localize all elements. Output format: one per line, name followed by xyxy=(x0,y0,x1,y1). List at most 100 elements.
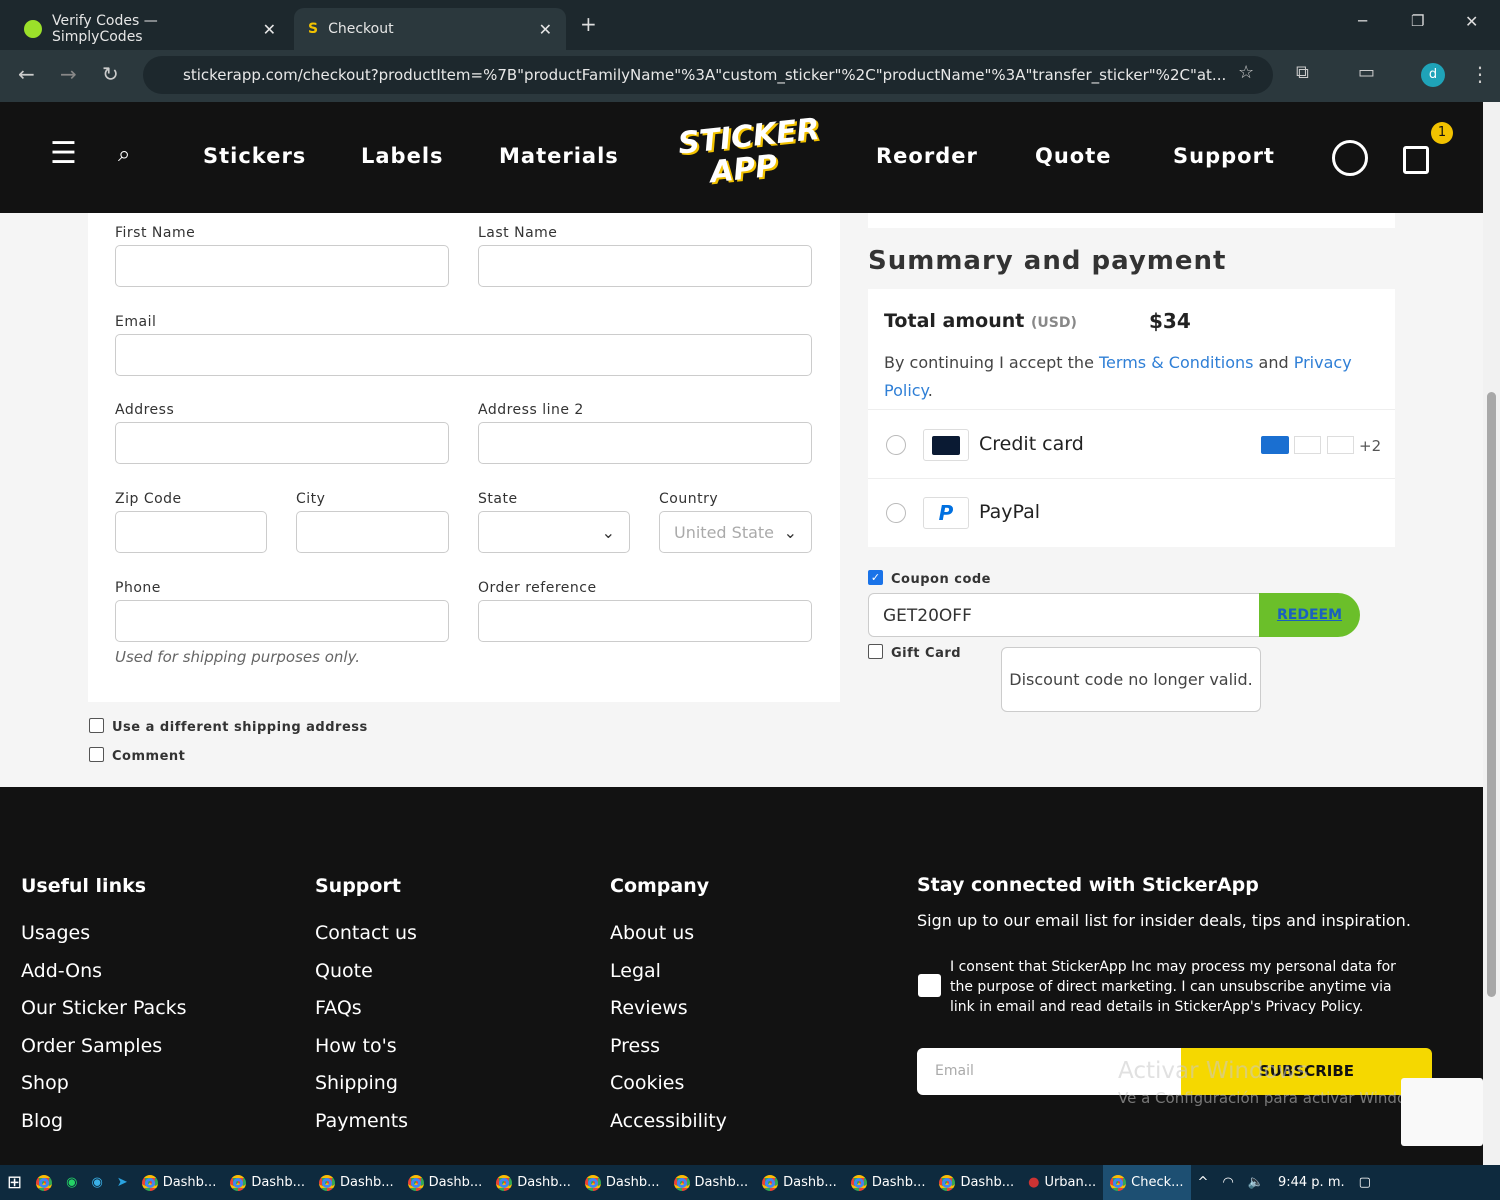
city-input[interactable] xyxy=(296,511,449,553)
forward-icon[interactable]: → xyxy=(60,62,77,86)
first-name-input[interactable] xyxy=(115,245,449,287)
taskbar-item[interactable]: Dashb... xyxy=(755,1165,844,1200)
summary-title: Summary and payment xyxy=(868,246,1227,276)
last-name-label: Last Name xyxy=(478,225,558,241)
reload-icon[interactable]: ↻ xyxy=(102,62,119,86)
nav-support[interactable]: Support xyxy=(1173,144,1275,168)
email-input[interactable] xyxy=(115,334,812,376)
notifications-icon[interactable]: ▢ xyxy=(1352,1165,1378,1200)
bookmark-star-icon[interactable]: ☆ xyxy=(1238,62,1254,83)
nav-reorder[interactable]: Reorder xyxy=(876,144,978,168)
edge-icon[interactable]: ◉ xyxy=(84,1165,109,1200)
taskbar-item[interactable]: Dashb... xyxy=(932,1165,1021,1200)
search-icon[interactable]: ⌕ xyxy=(118,142,130,167)
redeem-button[interactable]: REDEEM xyxy=(1259,593,1360,637)
footer-link[interactable]: Quote xyxy=(315,953,417,991)
menu-icon[interactable]: ⋮ xyxy=(1470,62,1490,86)
account-icon[interactable] xyxy=(1332,140,1368,176)
footer-link[interactable]: Blog xyxy=(21,1103,187,1141)
footer-link[interactable]: Press xyxy=(610,1028,727,1066)
tab-checkout[interactable]: S Checkout ✕ xyxy=(294,8,566,50)
new-tab-button[interactable]: + xyxy=(580,12,597,36)
state-select[interactable]: ⌄ xyxy=(478,511,630,553)
credit-card-radio[interactable] xyxy=(886,435,906,455)
order-reference-input[interactable] xyxy=(478,600,812,642)
footer-link[interactable]: Our Sticker Packs xyxy=(21,990,187,1028)
restore-button[interactable]: ❐ xyxy=(1411,12,1424,30)
different-shipping-checkbox[interactable] xyxy=(89,718,104,733)
gift-card-checkbox[interactable] xyxy=(868,644,883,659)
clock[interactable]: 9:44 p. m. xyxy=(1271,1165,1352,1200)
footer-link[interactable]: FAQs xyxy=(315,990,417,1028)
close-tab-icon[interactable]: ✕ xyxy=(263,20,276,39)
taskbar-item[interactable]: Dashb... xyxy=(489,1165,578,1200)
taskbar-item[interactable]: Dashb... xyxy=(667,1165,756,1200)
footer-link[interactable]: Accessibility xyxy=(610,1103,727,1141)
consent-checkbox[interactable] xyxy=(918,974,941,997)
cast-icon[interactable]: ▭ xyxy=(1358,62,1375,83)
last-name-input[interactable] xyxy=(478,245,812,287)
footer-link[interactable]: Add-Ons xyxy=(21,953,187,991)
nav-materials[interactable]: Materials xyxy=(499,144,619,168)
nav-quote[interactable]: Quote xyxy=(1035,144,1112,168)
nav-stickers[interactable]: Stickers xyxy=(203,144,306,168)
recaptcha-badge[interactable] xyxy=(1401,1078,1483,1146)
telegram-icon[interactable]: ➤ xyxy=(110,1165,135,1200)
volume-icon[interactable]: 🔈 xyxy=(1241,1165,1271,1200)
address-input[interactable] xyxy=(115,422,449,464)
close-tab-icon[interactable]: ✕ xyxy=(539,20,552,39)
footer-link[interactable]: Shop xyxy=(21,1065,187,1103)
scrollbar-thumb[interactable] xyxy=(1487,392,1496,997)
taskbar-item[interactable]: Dashb... xyxy=(135,1165,224,1200)
coupon-checkbox[interactable]: ✓ xyxy=(868,570,883,585)
footer-link[interactable]: Usages xyxy=(21,915,187,953)
taskbar-item-active[interactable]: Check... xyxy=(1103,1165,1191,1200)
phone-input[interactable] xyxy=(115,600,449,642)
footer-link[interactable]: Shipping xyxy=(315,1065,417,1103)
taskbar-item[interactable]: Dashb... xyxy=(223,1165,312,1200)
tray-chevron-icon[interactable]: ^ xyxy=(1191,1165,1216,1200)
wifi-icon[interactable]: ◠ xyxy=(1215,1165,1240,1200)
extensions-icon[interactable]: ⧉ xyxy=(1296,62,1309,83)
footer-link[interactable]: How to's xyxy=(315,1028,417,1066)
taskbar-label: Check... xyxy=(1131,1175,1184,1190)
stickerapp-logo[interactable]: STICKER APP xyxy=(676,112,821,201)
footer-link[interactable]: Cookies xyxy=(610,1065,727,1103)
profile-avatar[interactable]: d xyxy=(1421,63,1445,87)
footer-link[interactable]: Order Samples xyxy=(21,1028,187,1066)
terms-link[interactable]: Terms & Conditions xyxy=(1099,353,1253,372)
tab-verify-codes[interactable]: Verify Codes — SimplyCodes ✕ xyxy=(10,8,290,50)
taskbar-item[interactable]: Dashb... xyxy=(844,1165,933,1200)
taskbar-item[interactable]: Dashb... xyxy=(312,1165,401,1200)
zip-input[interactable] xyxy=(115,511,267,553)
taskbar-item[interactable]: Dashb... xyxy=(401,1165,490,1200)
taskbar-item[interactable]: Dashb... xyxy=(578,1165,667,1200)
hamburger-icon[interactable]: ☰ xyxy=(50,136,77,171)
taskbar-item[interactable]: ● Urban... xyxy=(1021,1165,1103,1200)
paypal-radio[interactable] xyxy=(886,503,906,523)
footer-link[interactable]: Reviews xyxy=(610,990,727,1028)
nav-labels[interactable]: Labels xyxy=(361,144,444,168)
coupon-input[interactable]: GET20OFF xyxy=(868,593,1268,637)
cart-icon[interactable] xyxy=(1403,146,1429,174)
footer-link[interactable]: Contact us xyxy=(315,915,417,953)
back-icon[interactable]: ← xyxy=(18,62,35,86)
comment-label: Comment xyxy=(112,749,186,764)
footer-link[interactable]: About us xyxy=(610,915,727,953)
whatsapp-icon[interactable]: ◉ xyxy=(59,1165,84,1200)
first-name-label: First Name xyxy=(115,225,196,241)
country-select[interactable]: United States ⌄ xyxy=(659,511,812,553)
url-input[interactable]: stickerapp.com/checkout?productItem=%7B"… xyxy=(143,56,1273,94)
close-window-button[interactable]: ✕ xyxy=(1465,12,1478,31)
scrollbar[interactable] xyxy=(1483,102,1500,1165)
tab-title: Checkout xyxy=(328,21,394,37)
coupon-label: Coupon code xyxy=(891,572,992,587)
comment-checkbox[interactable] xyxy=(89,747,104,762)
chrome-icon[interactable] xyxy=(29,1165,59,1200)
footer-link[interactable]: Legal xyxy=(610,953,727,991)
address-bar-row: ← → ↻ stickerapp.com/checkout?productIte… xyxy=(0,50,1500,102)
windows-start-icon[interactable]: ⊞ xyxy=(0,1165,29,1200)
minimize-button[interactable]: ─ xyxy=(1358,12,1367,30)
address2-input[interactable] xyxy=(478,422,812,464)
footer-link[interactable]: Payments xyxy=(315,1103,417,1141)
